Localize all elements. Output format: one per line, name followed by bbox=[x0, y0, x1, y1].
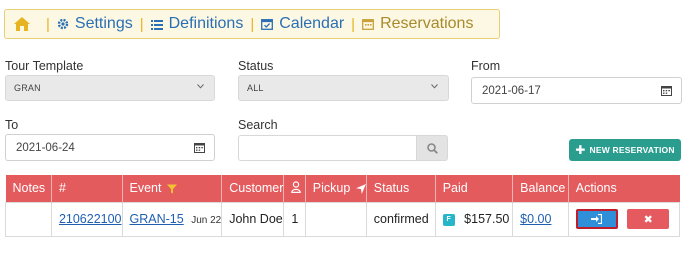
paid-amount: $157.50 bbox=[464, 212, 510, 226]
nav-separator: | bbox=[250, 15, 255, 33]
nav-separator: | bbox=[351, 15, 356, 33]
open-reservation-button[interactable] bbox=[575, 209, 618, 229]
cell-notes bbox=[5, 201, 52, 237]
table-header-row: Notes # Event Customer Pickup Status Pai… bbox=[5, 175, 680, 202]
sign-in-icon bbox=[591, 214, 603, 224]
search-input[interactable] bbox=[238, 135, 417, 161]
col-balance[interactable]: Balance bbox=[512, 175, 569, 202]
status-select[interactable]: ALL bbox=[238, 75, 449, 101]
chevron-down-icon bbox=[197, 84, 204, 89]
list-icon bbox=[150, 19, 163, 30]
status-value: ALL bbox=[247, 83, 264, 93]
tour-template-label: Tour Template bbox=[5, 59, 84, 73]
from-date-input[interactable]: 2021-06-17 bbox=[471, 77, 682, 104]
nav-separator: | bbox=[46, 15, 50, 33]
close-icon: ✖ bbox=[643, 213, 653, 226]
nav-separator: | bbox=[139, 15, 144, 33]
home-icon[interactable] bbox=[5, 17, 39, 31]
from-date-value: 2021-06-17 bbox=[482, 84, 541, 97]
calendar-icon[interactable] bbox=[194, 142, 205, 153]
filter-icon[interactable] bbox=[166, 184, 177, 194]
balance-link[interactable]: $0.00 bbox=[520, 212, 551, 226]
to-date-input[interactable]: 2021-06-24 bbox=[5, 134, 215, 161]
cell-event: GRAN-15 Jun 22 bbox=[121, 201, 223, 237]
nav-definitions-label: Definitions bbox=[168, 15, 244, 32]
nav-definitions[interactable]: Definitions bbox=[150, 15, 244, 33]
tour-template-value: GRAN bbox=[14, 83, 41, 93]
col-notes[interactable]: Notes bbox=[5, 175, 52, 202]
cell-balance: $0.00 bbox=[512, 201, 569, 237]
nav-reservations-label: Reservations bbox=[380, 15, 474, 32]
cell-status: confirmed bbox=[365, 201, 436, 237]
col-customer[interactable]: Customer bbox=[221, 175, 285, 202]
cell-customer: John Doe bbox=[221, 201, 285, 237]
search-icon bbox=[426, 142, 438, 154]
location-arrow-icon bbox=[355, 183, 366, 194]
cell-persons: 1 bbox=[283, 201, 306, 237]
cell-pickup bbox=[304, 201, 367, 237]
event-date: Jun 22 bbox=[191, 215, 222, 226]
cell-actions: ✖ bbox=[567, 201, 681, 237]
search-button[interactable] bbox=[416, 135, 448, 161]
new-reservation-button[interactable]: ✚ NEW RESERVATION bbox=[569, 139, 681, 161]
col-number[interactable]: # bbox=[51, 175, 123, 202]
reservations-table: Notes # Event Customer Pickup Status Pai… bbox=[5, 175, 681, 237]
top-nav: | Settings | Definitions | Calendar | Re… bbox=[4, 9, 500, 39]
col-actions: Actions bbox=[568, 175, 680, 202]
col-status[interactable]: Status bbox=[366, 175, 436, 202]
from-label: From bbox=[471, 59, 501, 73]
col-pickup[interactable]: Pickup bbox=[305, 175, 367, 202]
search-label: Search bbox=[238, 118, 278, 132]
col-event[interactable]: Event bbox=[122, 175, 223, 202]
calendar-icon bbox=[362, 19, 375, 30]
new-reservation-label: NEW RESERVATION bbox=[589, 145, 675, 155]
cell-number: 210622100 bbox=[50, 201, 123, 237]
nav-calendar-label: Calendar bbox=[279, 15, 345, 32]
nav-calendar[interactable]: Calendar bbox=[261, 15, 344, 33]
gear-icon bbox=[57, 18, 69, 30]
col-event-label: Event bbox=[129, 181, 162, 196]
user-icon bbox=[291, 181, 302, 193]
status-label: Status bbox=[238, 59, 274, 73]
table-row: 210622100 GRAN-15 Jun 22 John Doe 1 conf… bbox=[5, 201, 681, 237]
cell-paid: F $157.50 bbox=[434, 201, 514, 237]
nav-settings[interactable]: Settings bbox=[57, 15, 133, 33]
nav-reservations[interactable]: Reservations bbox=[362, 15, 473, 33]
col-pickup-label: Pickup bbox=[312, 181, 351, 196]
calendar-check-icon bbox=[261, 19, 274, 30]
payment-type-badge[interactable]: F bbox=[442, 213, 455, 226]
reservation-number-link[interactable]: 210622100 bbox=[59, 212, 122, 226]
to-date-value: 2021-06-24 bbox=[16, 141, 75, 154]
nav-settings-label: Settings bbox=[74, 15, 133, 32]
delete-reservation-button[interactable]: ✖ bbox=[627, 209, 670, 229]
event-link[interactable]: GRAN-15 bbox=[130, 212, 184, 226]
col-persons[interactable] bbox=[283, 175, 306, 202]
col-paid[interactable]: Paid bbox=[435, 175, 514, 202]
to-label: To bbox=[5, 118, 19, 132]
chevron-down-icon bbox=[431, 84, 438, 89]
plus-icon: ✚ bbox=[575, 143, 586, 157]
calendar-icon[interactable] bbox=[661, 85, 672, 96]
tour-template-select[interactable]: GRAN bbox=[5, 75, 215, 101]
